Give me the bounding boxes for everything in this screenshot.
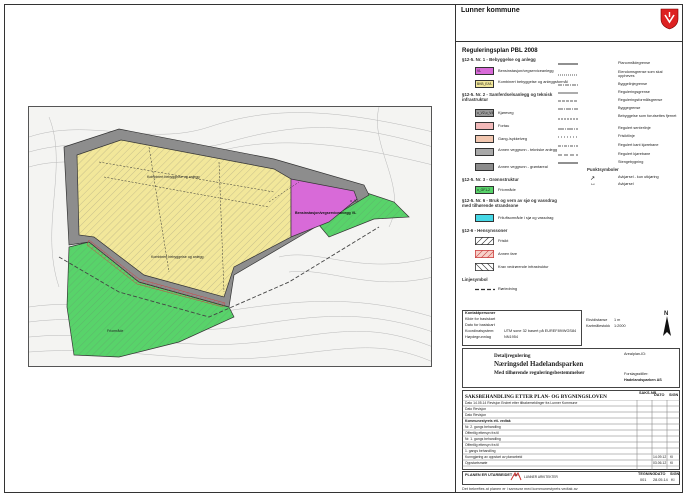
line-label-5: Reguleringsformålsgrense [618, 98, 663, 102]
case-col-sign: SIGN [669, 393, 679, 397]
map-label-road: o_V2 [350, 199, 359, 203]
line-label-2: Eiendomsgrense som skal oppheves [618, 70, 663, 79]
case-row-11-sign: KI [670, 461, 674, 465]
case-row-7: Nr. 1. gangs behandling [465, 437, 501, 441]
arrow-both-icon: ↔ [590, 181, 596, 187]
case-row-1: Dato 14.05.14 Revisjon Endret etter tilb… [465, 401, 578, 405]
coord-value: UTM sone 32 basert på EUREF89/WGS84 [504, 329, 577, 333]
legend-section-6: Linjesymbol [462, 277, 488, 282]
legend-swatch-gront [475, 163, 494, 171]
case-row-11: Oppstartsmøte [465, 461, 488, 465]
legend-swatch-road: o_V2,o_V4 [475, 109, 494, 117]
case-row-10-date: 14.09.12 [653, 455, 667, 459]
legend-section-1: §12-5. Nr. 1 - Bebyggelse og anlegg [462, 57, 536, 62]
project-id-label: Arealplan-ID: [624, 352, 647, 356]
legend-label-annen-fare: Annen fare [498, 251, 518, 256]
north-label: N [664, 311, 669, 317]
legend-swatch-teknisk [475, 148, 494, 156]
legend-title: Reguleringsplan PBL 2008 [462, 48, 538, 54]
project-line-3: Med tilhørende reguleringsbestemmelser [494, 370, 585, 376]
legend-label-pipeline: Rørledning [498, 286, 518, 291]
project-line-1: Detaljregulering [494, 353, 531, 359]
point-label-1: Avkjørsel - kun utkjøring [618, 175, 659, 179]
municipality-name: Lunner kommune [461, 7, 520, 14]
legend-section-5: §12-6 - Hensynssoner [462, 228, 508, 233]
line-label-10: Regulert kant kjørebane [618, 143, 659, 147]
legend-label-frisikt: Frisikt [498, 238, 509, 243]
coat-of-arms-icon [660, 8, 679, 30]
case-row-2: Dato Revisjon [465, 407, 487, 411]
case-row-10-sign: KI [670, 455, 674, 459]
drawing-value: 001 [640, 478, 647, 482]
project-line-2: Næringsdel Hadelandsparken [494, 360, 584, 368]
legend-pipeline-line [475, 288, 495, 291]
line-label-11: Regulert kjørebane [618, 152, 651, 156]
proposer-label: Forslagsstiller: [624, 372, 649, 376]
plan-map[interactable]: Kombinert bebyggelse og anlegg Kombinert… [28, 106, 432, 367]
line-label-8: Regulert senterlinje [618, 126, 651, 130]
case-row-10: Kunngjøring av oppstart av planarbeid [465, 455, 523, 459]
case-row-11-date: 03.06.12 [653, 461, 667, 465]
scale-label-2: Kartmålestokk [586, 324, 611, 328]
line-label-7: Bebyggelse som forutsettes fjernet [618, 114, 677, 118]
contact-row-4: Høydegrunnlag [465, 335, 491, 339]
legend-swatch-fortau [475, 122, 494, 130]
legend-swatch-gangsykkel [475, 135, 494, 143]
line-label-3: Byggelinjegrense [618, 82, 648, 86]
scale-label: Ekvidistanse [586, 318, 608, 322]
legend-swatch-bkb: BKB_E/I/L [475, 80, 494, 88]
legend-swatch-krav [475, 263, 494, 271]
map-label-bkb-2: Kombinert bebyggelse og anlegg [151, 255, 204, 259]
case-row-5: Nr. 2. gangs behandling [465, 425, 501, 429]
legend-swatch-vl: VL [475, 67, 494, 75]
line-label-1: Planområdegrense [618, 61, 651, 65]
legend-label-krav: Krav vedrørende infrastruktur [498, 264, 549, 269]
height-value: NN1954 [504, 335, 518, 339]
legend-swatch-frisikt [475, 237, 494, 245]
footer-note: Det bekreftes at planen er i samsvar med… [462, 487, 578, 491]
line-label-12: Stengebygning [618, 160, 644, 164]
case-row-6: Offentlig ettersyn fra til [465, 431, 499, 435]
map-label-vl: Bensinstasjon/vegserviceanlegg VL [295, 211, 357, 215]
date-label: DATO [655, 472, 666, 476]
scale-value-2: 1:2000 [614, 324, 626, 328]
case-row-3: Dato Revisjon [465, 413, 487, 417]
contact-row-3: Koordinatsystem: [465, 329, 495, 333]
contact-row-2: Dato for basiskart [465, 323, 495, 327]
legend-swatch-annen-fare [475, 250, 494, 258]
point-label-2: Avkjørsel [618, 182, 634, 186]
case-row-9: 1. gangs behandling [465, 449, 496, 453]
case-row-4: Kommunestyrets ett- vedtak [465, 419, 511, 423]
sign-label: SIGN [670, 472, 680, 476]
sign-value: KI [671, 478, 675, 482]
legend-label-friomrade: Friområde [498, 187, 516, 192]
drawing-label: TEGNING [638, 472, 656, 476]
line-label-6: Byggegrense [618, 106, 641, 110]
legend-line-symbols [558, 63, 578, 164]
scale-value: 1 m [614, 318, 621, 322]
proposer-value: Hadelandsparken AS [624, 378, 662, 382]
map-label-bkb-1: Kombinert bebyggelse og anlegg [147, 175, 200, 179]
date-value: 28.05.14 [653, 478, 668, 482]
legend-section-3: §12-5. Nr. 3 - Grønnstruktur [462, 177, 519, 182]
firm-logo-icon [510, 472, 522, 481]
legend-swatch-friomrade: o_GF1-2 [475, 186, 494, 194]
contact-heading: Kontaktpersoner [465, 311, 496, 315]
line-label-4: Reguleringsgrense [618, 90, 650, 94]
case-col-dato: DATO [654, 393, 665, 397]
legend-section-4: §12-5. Nr. 6 - Bruk og vern av sjø og va… [462, 198, 557, 208]
line-label-9: Frisiktlinje [618, 134, 635, 138]
north-arrow-icon [663, 316, 671, 336]
legend-label-sjo: Friluftsområde i sjø og vassdrag [498, 215, 554, 220]
plan-map-svg [29, 107, 431, 362]
firm-name: LUNNER ARKITEKTER [524, 475, 558, 479]
point-symbols-heading: Punktsymboler [587, 167, 619, 172]
contact-row-1: Kilde for basiskart [465, 317, 496, 321]
map-label-gf: Friområde [107, 329, 124, 333]
legend-swatch-sjo [475, 214, 494, 222]
case-row-8: Offentlig ettersyn fra til [465, 443, 499, 447]
legend-section-2: §12-5. Nr. 2 - Samferdselsanlegg og tekn… [462, 92, 553, 102]
